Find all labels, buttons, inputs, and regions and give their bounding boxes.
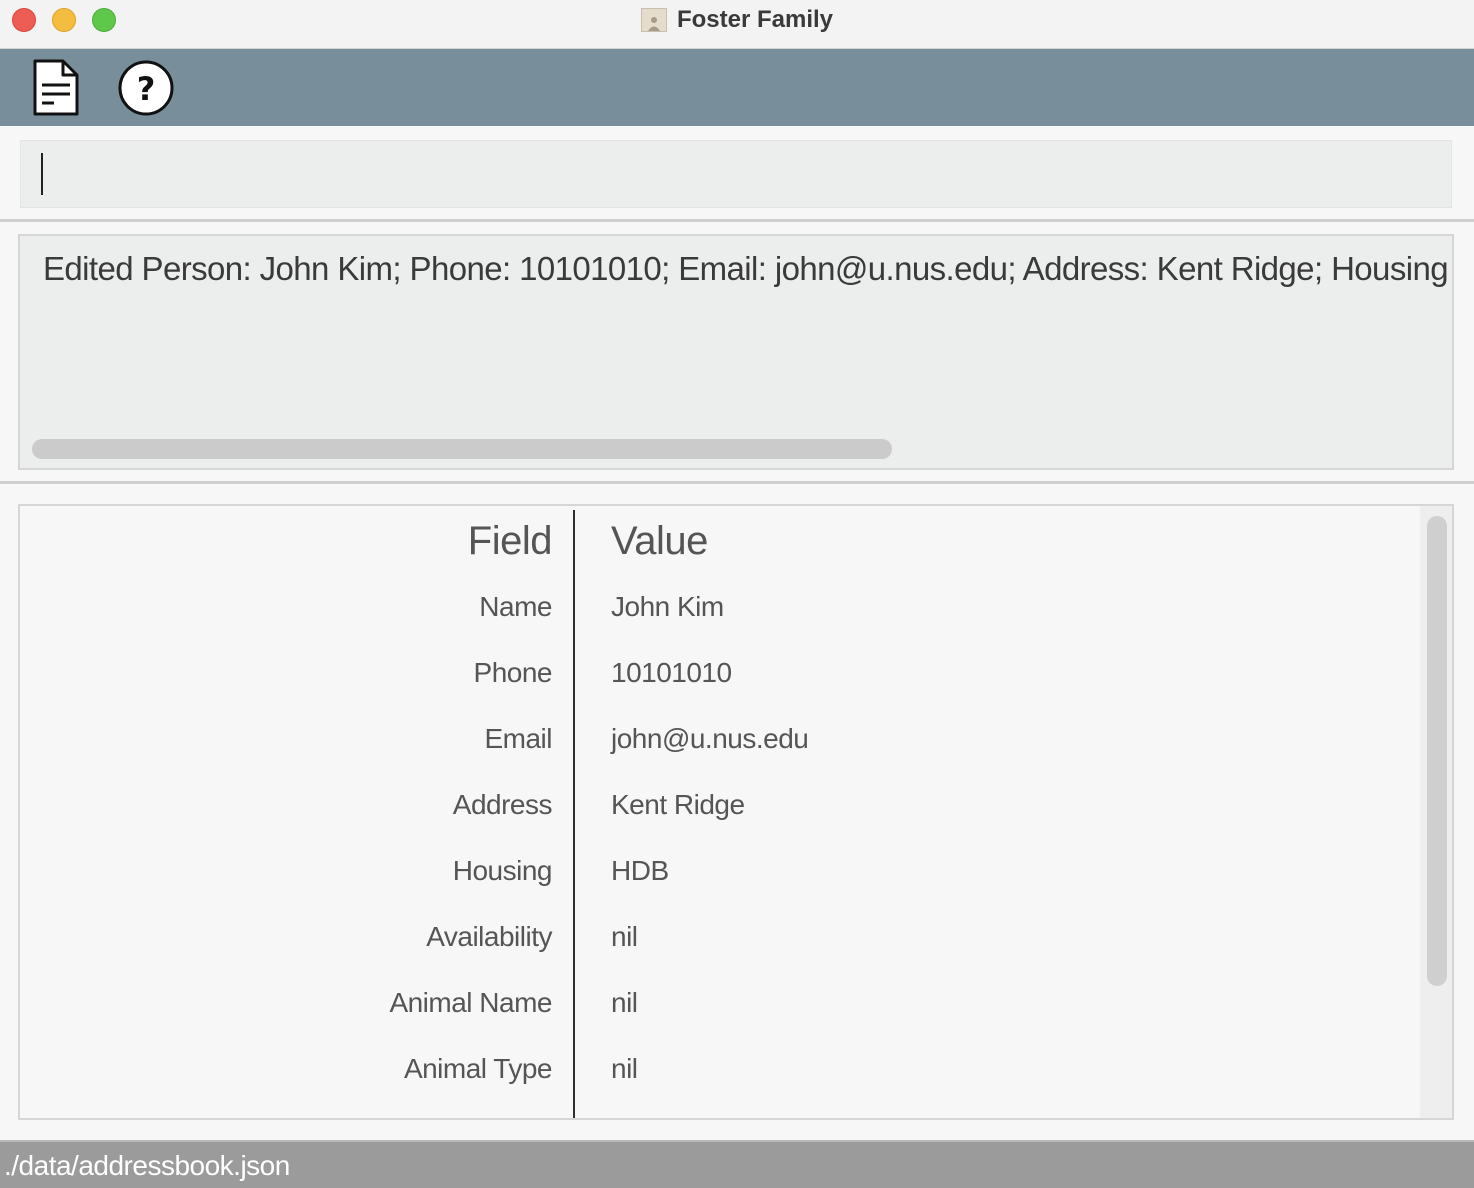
value-column-header: Value: [611, 518, 708, 563]
window-title-group: Foster Family: [0, 0, 1474, 40]
value-cell: 10101010: [611, 657, 732, 688]
field-cell: Email: [484, 723, 552, 754]
field-cell: Animal Name: [389, 987, 552, 1018]
svg-text:?: ?: [137, 70, 156, 108]
command-input[interactable]: [20, 140, 1452, 208]
vertical-scrollbar-thumb[interactable]: [1427, 516, 1447, 986]
table-row[interactable]: Email john@u.nus.edu: [20, 706, 1418, 772]
window-title: Foster Family: [676, 6, 834, 33]
toolbar: ?: [0, 49, 1474, 126]
field-cell: Housing: [452, 855, 553, 886]
value-cell: John Kim: [611, 591, 724, 622]
value-cell: nil: [611, 921, 638, 952]
text-caret: [41, 153, 43, 195]
result-area: Edited Person: John Kim; Phone: 10101010…: [0, 222, 1474, 484]
table-row[interactable]: Name John Kim: [20, 574, 1418, 640]
command-area: [0, 126, 1474, 222]
title-bar: Foster Family: [0, 0, 1474, 49]
value-cell: Kent Ridge: [611, 789, 745, 820]
table-row[interactable]: Phone 10101010: [20, 640, 1418, 706]
field-cell: Address: [452, 789, 553, 820]
help-question-icon[interactable]: ?: [117, 59, 175, 117]
details-table: Field Value Name John Kim Phone 10101010…: [18, 504, 1454, 1120]
table-row[interactable]: Housing HDB: [20, 838, 1418, 904]
value-cell: john@u.nus.edu: [611, 723, 809, 754]
field-cell: Phone: [473, 657, 553, 688]
value-cell: nil: [611, 987, 638, 1018]
value-cell: HDB: [611, 855, 669, 886]
field-cell: Name: [479, 591, 552, 622]
table-row[interactable]: Animal Type nil: [20, 1036, 1418, 1102]
field-cell: Availability: [426, 921, 552, 952]
file-document-icon[interactable]: [27, 59, 85, 117]
table-row[interactable]: Availability nil: [20, 904, 1418, 970]
result-display[interactable]: Edited Person: John Kim; Phone: 10101010…: [18, 234, 1454, 470]
data-file-path: ./data/addressbook.json: [4, 1150, 290, 1181]
field-cell: Animal Type: [403, 1053, 553, 1084]
table-header-row: Field Value: [20, 508, 1418, 574]
result-message: Edited Person: John Kim; Phone: 10101010…: [43, 250, 1449, 287]
table-row[interactable]: Animal Name nil: [20, 970, 1418, 1036]
address-book-icon: [640, 8, 667, 32]
horizontal-scrollbar-thumb[interactable]: [32, 439, 892, 459]
column-divider: [573, 510, 575, 1118]
status-bar: ./data/addressbook.json: [0, 1140, 1474, 1188]
field-column-header: Field: [467, 518, 553, 563]
value-cell: nil: [611, 1053, 638, 1084]
table-row[interactable]: Address Kent Ridge: [20, 772, 1418, 838]
